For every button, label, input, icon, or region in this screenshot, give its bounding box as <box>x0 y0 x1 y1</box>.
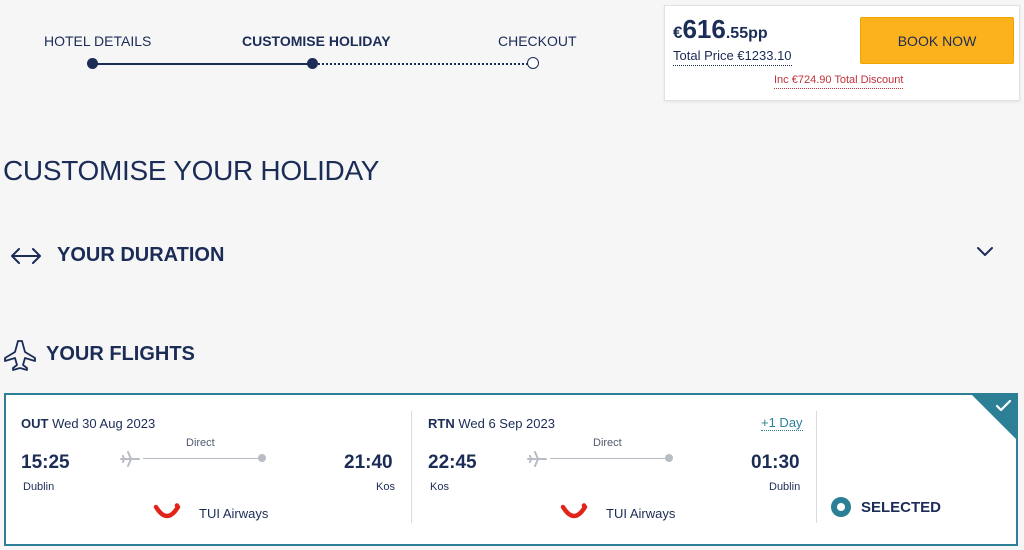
book-now-button[interactable]: BOOK NOW <box>860 17 1014 64</box>
tui-logo <box>153 503 181 519</box>
outbound-airline: TUI Airways <box>199 506 269 521</box>
step-customise-holiday[interactable]: CUSTOMISE HOLIDAY <box>242 33 391 49</box>
outbound-tag: OUT <box>21 416 49 431</box>
page-title: CUSTOMISE YOUR HOLIDAY <box>3 155 380 186</box>
outbound-route-end-dot <box>258 454 266 462</box>
return-leg: RTN Wed 6 Sep 2023 +1 Day Direct 22:45 K… <box>411 395 816 545</box>
return-depart-place: Kos <box>430 481 449 493</box>
outbound-arrive-place: Kos <box>376 481 395 493</box>
return-depart-time: 22:45 <box>428 452 477 473</box>
stepper-remaining-line <box>313 63 532 65</box>
plus-one-day-link[interactable]: +1 Day <box>761 415 803 431</box>
return-arrive-time: 01:30 <box>751 452 800 473</box>
return-airline: TUI Airways <box>606 506 676 521</box>
return-arrive-place: Dublin <box>769 481 801 493</box>
return-route-end-dot <box>665 454 673 462</box>
return-flight-type: Direct <box>593 437 622 449</box>
step-hotel-details[interactable]: HOTEL DETAILS <box>44 33 151 49</box>
outbound-leg: OUT Wed 30 Aug 2023 Direct 15:25 Dublin … <box>6 395 411 545</box>
stepper-progress-line <box>92 63 313 65</box>
outbound-depart-time: 15:25 <box>21 452 70 473</box>
outbound-arrive-time: 21:40 <box>344 452 393 473</box>
tui-logo <box>560 503 588 519</box>
outbound-flight-type: Direct <box>186 437 215 449</box>
outbound-route-line <box>143 458 261 459</box>
return-tag: RTN <box>428 416 455 431</box>
plane-route-icon <box>120 451 140 467</box>
flights-heading: YOUR FLIGHTS <box>46 343 195 365</box>
outbound-header: OUT Wed 30 Aug 2023 <box>21 416 155 431</box>
step-dot-checkout <box>527 57 539 69</box>
outbound-date: Wed 30 Aug 2023 <box>52 416 156 431</box>
step-dot-hotel-details <box>87 58 98 69</box>
price-summary: €616.55pp Total Price €1233.10 BOOK NOW … <box>664 5 1020 101</box>
outbound-depart-place: Dublin <box>23 481 55 493</box>
total-price[interactable]: Total Price €1233.10 <box>673 48 792 66</box>
duration-heading: YOUR DURATION <box>57 244 225 266</box>
flight-option-card[interactable]: OUT Wed 30 Aug 2023 Direct 15:25 Dublin … <box>4 393 1018 546</box>
return-header: RTN Wed 6 Sep 2023 <box>428 416 555 431</box>
total-discount[interactable]: Inc €724.90 Total Discount <box>774 74 904 89</box>
arrows-horizontal-icon <box>11 248 41 264</box>
price-decimal: .55pp <box>725 25 768 42</box>
return-route-line <box>550 458 668 459</box>
price-per-person: €616.55pp <box>673 14 768 45</box>
selected-label: SELECTED <box>861 498 942 516</box>
plane-route-icon <box>527 451 547 467</box>
step-checkout[interactable]: CHECKOUT <box>498 33 577 49</box>
selected-indicator[interactable]: SELECTED <box>830 496 941 518</box>
chevron-down-icon[interactable] <box>976 246 994 258</box>
radio-selected-icon[interactable] <box>830 496 852 518</box>
price-integer: 616 <box>682 14 726 44</box>
checkmark-icon <box>995 399 1012 412</box>
selection-divider <box>816 411 817 523</box>
airplane-icon <box>4 340 36 371</box>
step-dot-customise-holiday <box>307 58 318 69</box>
return-date: Wed 6 Sep 2023 <box>458 416 555 431</box>
